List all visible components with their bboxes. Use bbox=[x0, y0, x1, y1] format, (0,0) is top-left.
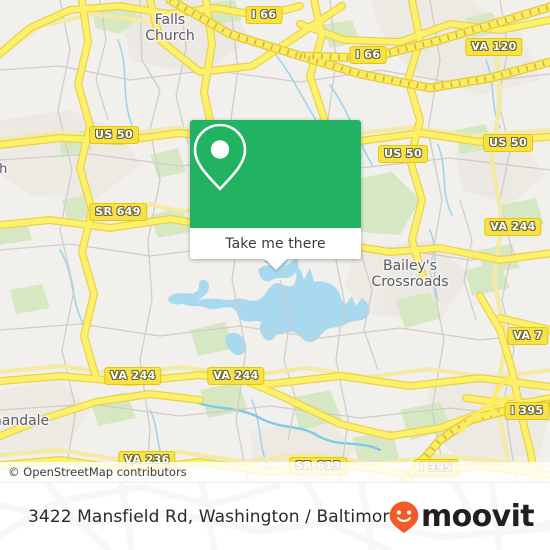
shield-i-395-a[interactable]: I 395 bbox=[504, 402, 550, 420]
take-me-there-button[interactable]: Take me there bbox=[190, 228, 361, 270]
shield-va-120[interactable]: VA 120 bbox=[465, 38, 523, 56]
shield-va-244-a[interactable]: VA 244 bbox=[484, 218, 542, 236]
moovit-map-screenshot: Falls Church t s ch Bailey's Crossroads … bbox=[0, 0, 550, 550]
shield-us-50-a[interactable]: US 50 bbox=[89, 126, 139, 144]
shield-sr-649[interactable]: SR 649 bbox=[89, 203, 147, 221]
location-title: 3422 Mansfield Rd, Washington / Baltimor… bbox=[28, 506, 400, 527]
map-canvas[interactable]: Falls Church t s ch Bailey's Crossroads … bbox=[0, 0, 550, 482]
shield-va-244-b[interactable]: VA 244 bbox=[104, 367, 162, 385]
take-me-there-label: Take me there bbox=[225, 235, 326, 252]
shield-i-66-a[interactable]: I 66 bbox=[245, 6, 283, 24]
shield-us-50-c[interactable]: US 50 bbox=[483, 134, 533, 152]
map-pin-icon bbox=[193, 123, 247, 191]
moovit-wordmark: moovit bbox=[420, 498, 535, 534]
shield-va-244-c[interactable]: VA 244 bbox=[207, 367, 265, 385]
shield-i-66-b[interactable]: I 66 bbox=[349, 46, 387, 64]
moovit-smiling-pin-icon bbox=[389, 501, 419, 533]
footer-bar: 3422 Mansfield Rd, Washington / Baltimor… bbox=[0, 482, 550, 550]
moovit-brand[interactable]: moovit bbox=[388, 498, 535, 534]
osm-attribution[interactable]: © OpenStreetMap contributors bbox=[0, 462, 550, 482]
popup-pointer-tail bbox=[264, 259, 287, 270]
shield-va-7[interactable]: VA 7 bbox=[507, 327, 549, 345]
popup-pin-panel bbox=[190, 120, 361, 228]
location-popup-card[interactable]: Take me there bbox=[190, 120, 361, 270]
shield-us-50-b[interactable]: US 50 bbox=[378, 145, 428, 163]
